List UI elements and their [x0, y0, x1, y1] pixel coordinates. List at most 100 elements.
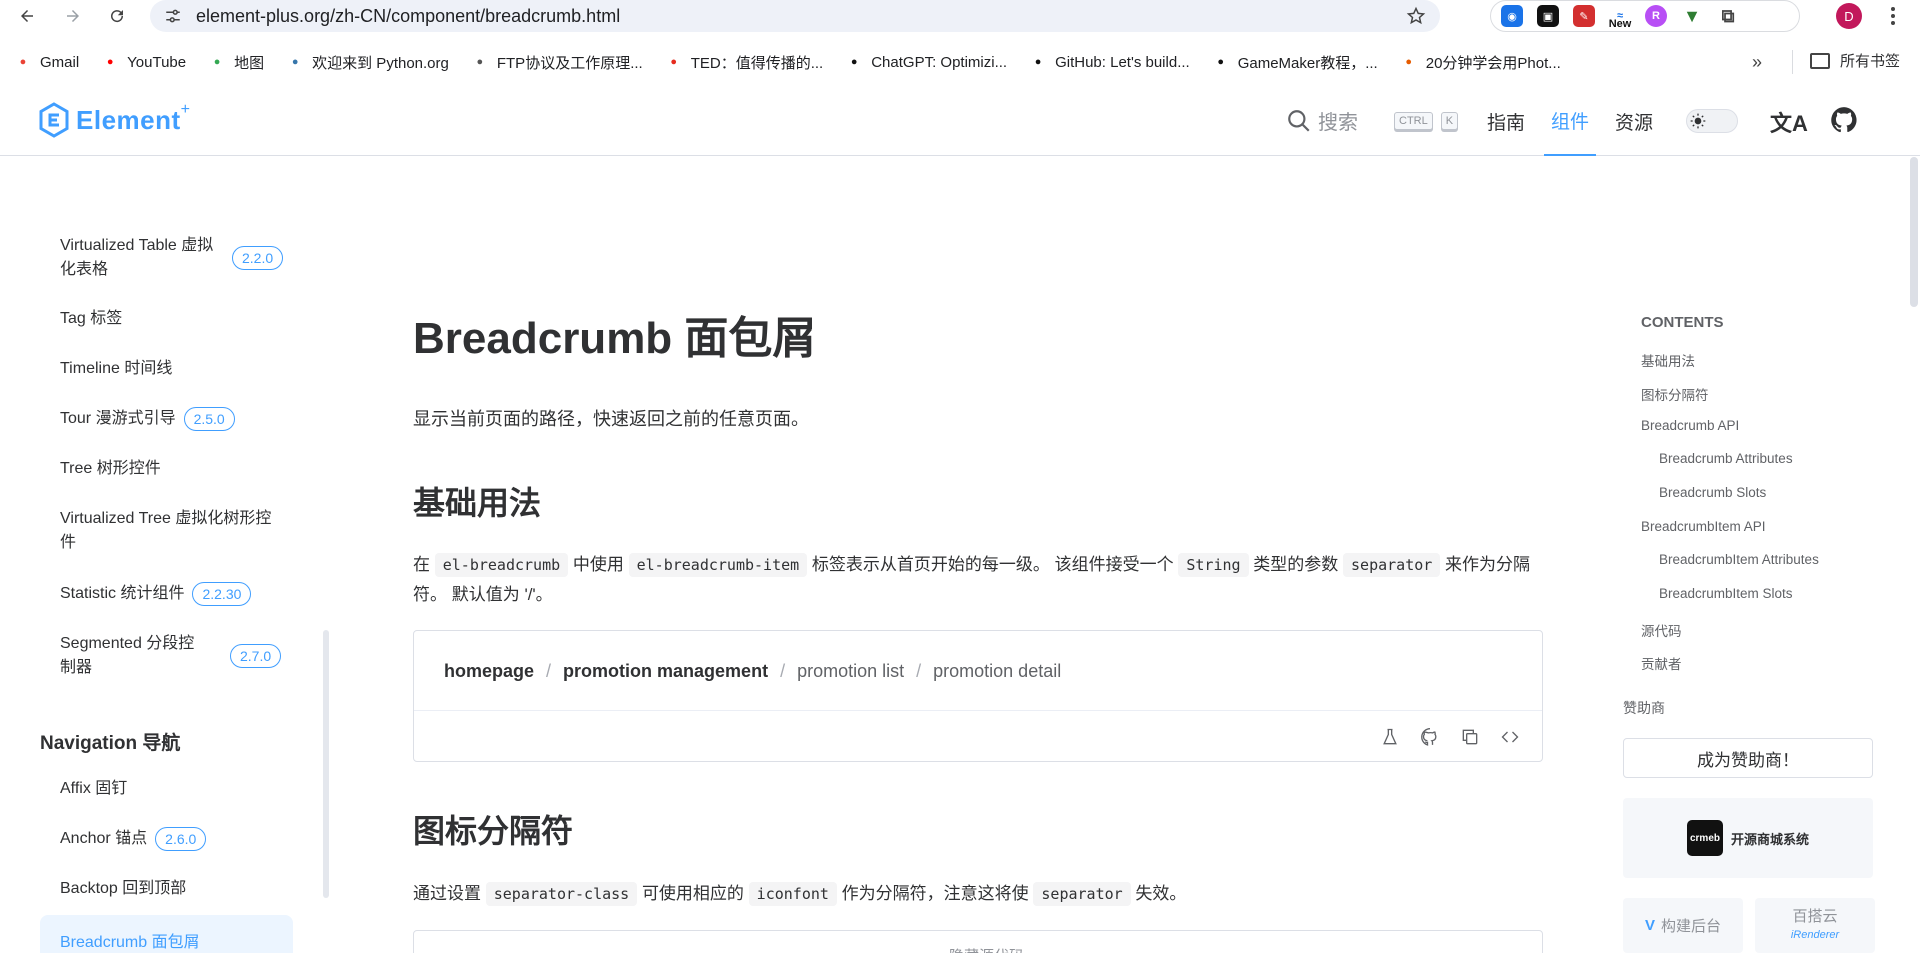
toc-link[interactable]: 基础用法: [1641, 350, 1695, 370]
code-icon[interactable]: [1500, 727, 1520, 747]
sidebar-item-tag[interactable]: Tag 标签: [60, 307, 122, 331]
url-text[interactable]: element-plus.org/zh-CN/component/breadcr…: [196, 6, 620, 27]
section-basic-paragraph: 在 el-breadcrumb 中使用 el-breadcrumb-item 标…: [413, 553, 1531, 604]
become-sponsor-button[interactable]: 成为赞助商！: [1623, 738, 1873, 778]
chatgpt-icon: ●: [850, 56, 858, 68]
section-heading-icon-separator[interactable]: 图标分隔符: [413, 806, 573, 852]
breadcrumb-separator: /: [780, 661, 786, 681]
sponsor-label: 赞助商: [1623, 700, 1665, 716]
toc-link[interactable]: BreadcrumbItem API: [1641, 519, 1766, 534]
bookmark-item[interactable]: ● 20分钟学会用Phot...: [1400, 52, 1560, 73]
youtube-icon: ●: [106, 56, 114, 68]
vform-logo-icon: V: [1644, 917, 1655, 934]
sponsor-mini-2-text: 百搭云: [1792, 907, 1838, 925]
inline-code: separator-class: [485, 882, 638, 906]
extension-purple-icon[interactable]: R: [1645, 5, 1667, 27]
forward-button[interactable]: [60, 3, 86, 29]
bookmark-item[interactable]: ● YouTube: [101, 53, 186, 71]
arrow-left-icon: [21, 10, 33, 22]
search-icon: [1288, 109, 1310, 132]
sponsor-card-irenderer[interactable]: 百搭云 iRenderer: [1755, 898, 1875, 953]
toc-link[interactable]: 图标分隔符: [1641, 384, 1709, 404]
breadcrumb-item[interactable]: homepage: [444, 661, 534, 682]
toc-title: CONTENTS: [1641, 314, 1724, 331]
copy-icon[interactable]: [1460, 727, 1480, 747]
version-badge: 2.6.0: [155, 827, 207, 851]
sponsor-card-vform[interactable]: V 构建后台: [1623, 898, 1743, 953]
sidebar-group-navigation: Navigation 导航: [40, 733, 181, 754]
sponsor-card-crmeb[interactable]: crmeb 开源商城系统: [1623, 798, 1873, 878]
extension-vue-icon[interactable]: ▼: [1681, 5, 1703, 27]
reload-icon: [111, 10, 124, 23]
page-scrollbar[interactable]: [1910, 157, 1918, 307]
theme-switch[interactable]: [1686, 109, 1738, 133]
inline-code: el-breadcrumb-item: [628, 553, 808, 577]
bookmark-label: YouTube: [127, 53, 187, 71]
translate-icon[interactable]: 文A: [1770, 106, 1808, 138]
toc-link[interactable]: Breadcrumb Slots: [1659, 485, 1766, 500]
extension-translate-icon[interactable]: ◉: [1501, 5, 1523, 27]
toc-link[interactable]: Breadcrumb Attributes: [1659, 451, 1793, 466]
back-button[interactable]: [14, 3, 40, 29]
all-bookmarks-label: 所有书签: [1840, 53, 1901, 70]
section-icon-paragraph: 通过设置 separator-class 可使用相应的 iconfont 作为分…: [413, 879, 1543, 909]
github-icon: ●: [1034, 56, 1042, 68]
github-icon[interactable]: [1830, 106, 1858, 134]
toc-link[interactable]: BreadcrumbItem Slots: [1659, 586, 1793, 601]
toc-link[interactable]: Breadcrumb API: [1641, 418, 1739, 433]
bookmarks-more-icon[interactable]: »: [1752, 52, 1762, 73]
hide-source-button[interactable]: 隐藏源代码: [949, 945, 1024, 953]
site-info-icon[interactable]: [164, 7, 182, 25]
extensions-puzzle-icon[interactable]: ⧉: [1717, 5, 1739, 27]
bookmark-item[interactable]: ● 地图: [208, 52, 264, 73]
sidebar-scrollbar[interactable]: [323, 630, 329, 898]
browser-menu-icon[interactable]: [1884, 4, 1902, 28]
page-description: 显示当前页面的路径，快速返回之前的任意页面。: [413, 409, 809, 429]
bookmark-item[interactable]: ● GitHub: Let's build...: [1029, 53, 1190, 71]
sidebar-item-statistic[interactable]: Statistic 统计组件 2.2.30: [60, 582, 252, 606]
top-nav-item[interactable]: 指南: [1480, 86, 1532, 156]
bookmark-item[interactable]: ● ChatGPT: Optimizi...: [845, 53, 1007, 71]
bookmark-item[interactable]: ● 欢迎来到 Python.org: [286, 52, 449, 73]
sidebar-item-affix[interactable]: Affix 固钉: [60, 777, 127, 801]
profile-avatar[interactable]: D: [1836, 3, 1862, 29]
search-button[interactable]: 搜索 CTRL K: [1286, 106, 1459, 135]
extension-new-icon[interactable]: ≈ New: [1609, 5, 1631, 30]
reload-button[interactable]: [104, 3, 130, 29]
bookmark-item[interactable]: ● TED：值得传播的...: [665, 52, 823, 73]
version-badge: 2.2.0: [232, 246, 284, 270]
bookmark-item[interactable]: ● Gmail: [14, 53, 80, 71]
extension-dark-icon[interactable]: ▣: [1537, 5, 1559, 27]
bookmarks-bar: ● Gmail ● YouTube ● 地图 ● 欢迎来到 Python.org ● FTP协议及…: [0, 46, 1920, 78]
sidebar-item-virtualized-tree[interactable]: Virtualized Tree 虚拟化树形控件: [60, 507, 280, 555]
bookmark-item[interactable]: ● FTP协议及工作原理...: [471, 52, 643, 73]
bookmark-star-icon[interactable]: [1406, 6, 1426, 26]
sidebar-item-anchor[interactable]: Anchor 锚点 2.6.0: [60, 827, 207, 851]
breadcrumb-item[interactable]: promotion management: [563, 661, 768, 682]
address-bar[interactable]: element-plus.org/zh-CN/component/breadcr…: [150, 0, 1440, 32]
sidebar-item-tree[interactable]: Tree 树形控件: [60, 457, 161, 481]
top-nav-item[interactable]: 组件: [1544, 86, 1597, 156]
element-logo[interactable]: Element +: [38, 101, 190, 138]
toc-link[interactable]: 源代码: [1641, 620, 1682, 640]
all-bookmarks-button[interactable]: 所有书签: [1810, 50, 1900, 71]
logo-text: Element: [76, 104, 181, 135]
sidebar-item-tour[interactable]: Tour 漫游式引导 2.5.0: [60, 407, 235, 431]
toc-link[interactable]: 贡献者: [1641, 653, 1682, 673]
arrow-right-icon: [67, 10, 79, 22]
sidebar-item-timeline[interactable]: Timeline 时间线: [60, 357, 172, 381]
sidebar-item-breadcrumb-label[interactable]: Breadcrumb 面包屑: [60, 928, 200, 952]
toc-link[interactable]: BreadcrumbItem Attributes: [1659, 552, 1819, 567]
playground-flask-icon[interactable]: [1380, 727, 1400, 747]
bookmark-item[interactable]: ● GameMaker教程，...: [1212, 52, 1377, 73]
sidebar-item-virtualized-table[interactable]: Virtualized Table 虚拟化表格 2.2.0: [60, 234, 284, 282]
gmail-icon: ●: [19, 56, 27, 68]
maps-icon: ●: [213, 56, 221, 68]
section-heading-basic[interactable]: 基础用法: [413, 478, 541, 524]
extension-red-icon[interactable]: ✎: [1573, 5, 1595, 27]
bookmark-label: 地图: [234, 54, 265, 72]
top-nav-item[interactable]: 资源: [1608, 86, 1660, 156]
sidebar-item-backtop[interactable]: Backtop 回到顶部: [60, 877, 186, 901]
sidebar-item-segmented[interactable]: Segmented 分段控制器 2.7.0: [60, 632, 282, 680]
github-edit-icon[interactable]: [1420, 727, 1440, 747]
